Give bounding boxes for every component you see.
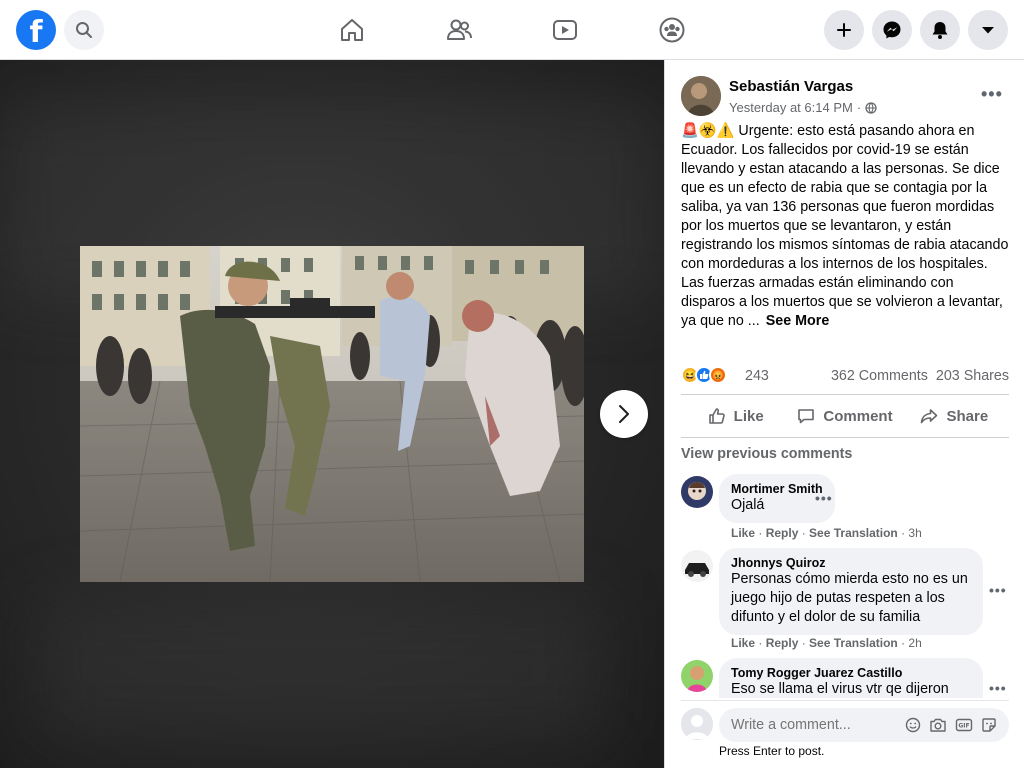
comment-input[interactable] bbox=[731, 717, 881, 733]
comment-bubble: Tomy Rogger Juarez Castillo Eso se llama… bbox=[719, 658, 983, 698]
watch-icon bbox=[553, 20, 577, 40]
commenter-avatar[interactable] bbox=[681, 550, 713, 582]
chevron-right-icon bbox=[619, 405, 629, 423]
post-photo[interactable] bbox=[80, 246, 584, 582]
comment-icon bbox=[798, 409, 815, 424]
groups-icon bbox=[659, 17, 685, 43]
comment-time[interactable]: 3h bbox=[908, 526, 921, 540]
divider bbox=[681, 394, 1009, 395]
camera-icon[interactable] bbox=[929, 717, 947, 733]
post-actions: Like Comment Share bbox=[681, 396, 1009, 436]
top-navigation-bar: f bbox=[0, 0, 1024, 60]
comment-like-link[interactable]: Like bbox=[731, 636, 755, 650]
press-enter-hint: Press Enter to post. bbox=[719, 744, 825, 758]
divider bbox=[681, 437, 1009, 438]
commenter-avatar[interactable] bbox=[681, 476, 713, 508]
notifications-button[interactable] bbox=[920, 10, 960, 50]
comment-input-box: GIF bbox=[719, 708, 1009, 742]
author-name[interactable]: Sebastián Vargas bbox=[729, 78, 853, 95]
post-body: 🚨☣️⚠️ Urgente: esto está pasando ahora e… bbox=[681, 122, 1011, 331]
share-label: Share bbox=[946, 407, 989, 425]
comment-text: Eso se llama el virus vtr qe dijeron bbox=[731, 681, 949, 697]
commenter-name[interactable]: Jhonnys Quiroz bbox=[731, 556, 971, 570]
post-panel: Sebastián Vargas Yesterday at 6:14 PM · … bbox=[664, 60, 1024, 768]
current-user-avatar bbox=[681, 708, 713, 740]
see-translation-link[interactable]: See Translation bbox=[809, 526, 898, 540]
comment-time[interactable]: 2h bbox=[908, 636, 921, 650]
sticker-icon[interactable] bbox=[981, 717, 997, 733]
meta-separator: · bbox=[856, 100, 862, 115]
comments-shares-count: 362 Comments 203 Shares bbox=[831, 368, 1009, 384]
comment-like-link[interactable]: Like bbox=[731, 526, 755, 540]
svg-text:GIF: GIF bbox=[958, 723, 969, 730]
author-avatar[interactable] bbox=[681, 76, 721, 116]
account-menu-button[interactable] bbox=[968, 10, 1008, 50]
comment-composer: GIF bbox=[681, 708, 1009, 742]
account-menu-icon bbox=[982, 27, 994, 34]
reaction-count[interactable]: 243 bbox=[745, 368, 769, 384]
share-button[interactable]: Share bbox=[900, 396, 1009, 436]
like-button[interactable]: Like bbox=[681, 396, 790, 436]
comment-reply-link[interactable]: Reply bbox=[766, 636, 799, 650]
messenger-icon bbox=[883, 21, 901, 39]
home-icon bbox=[341, 19, 363, 41]
search-icon bbox=[76, 22, 92, 38]
angry-reaction-icon: 😡 bbox=[709, 366, 727, 384]
nav-friends[interactable] bbox=[443, 14, 475, 46]
comment-reply-link[interactable]: Reply bbox=[766, 526, 799, 540]
comment-label: Comment bbox=[823, 407, 893, 425]
view-previous-comments-link[interactable]: View previous comments bbox=[681, 446, 852, 462]
comment-text: Personas cómo mierda esto no es un juego… bbox=[731, 571, 968, 625]
divider bbox=[681, 700, 1009, 701]
post-timestamp[interactable]: Yesterday at 6:14 PM bbox=[729, 100, 853, 115]
gif-icon[interactable]: GIF bbox=[955, 717, 973, 733]
see-more-link[interactable]: See More bbox=[766, 313, 830, 329]
composer-icons: GIF bbox=[905, 717, 997, 733]
comment-options-icon[interactable]: ••• bbox=[989, 582, 1007, 598]
commenter-name[interactable]: Tomy Rogger Juarez Castillo bbox=[731, 666, 971, 680]
comment-actions: Like · Reply · See Translation · 3h bbox=[731, 526, 922, 540]
comment-button[interactable]: Comment bbox=[790, 396, 899, 436]
comment-item: Tomy Rogger Juarez Castillo Eso se llama… bbox=[681, 658, 1009, 698]
comment-item: Mortimer Smith Ojalá ••• Like · Reply · … bbox=[681, 474, 1009, 550]
share-icon bbox=[921, 409, 938, 424]
thumbs-up-icon bbox=[708, 408, 725, 424]
notifications-icon bbox=[932, 22, 948, 39]
commenter-name[interactable]: Mortimer Smith bbox=[731, 482, 823, 496]
create-button[interactable] bbox=[824, 10, 864, 50]
shares-count[interactable]: 203 Shares bbox=[936, 368, 1009, 384]
emoji-icon[interactable] bbox=[905, 717, 921, 733]
photo-viewer bbox=[0, 60, 664, 768]
search-button[interactable] bbox=[64, 10, 104, 50]
see-translation-link[interactable]: See Translation bbox=[809, 636, 898, 650]
messenger-button[interactable] bbox=[872, 10, 912, 50]
reaction-icons[interactable]: 😆 😡 bbox=[681, 366, 727, 384]
nav-watch[interactable] bbox=[549, 14, 581, 46]
comment-bubble: Jhonnys Quiroz Personas cómo mierda esto… bbox=[719, 548, 983, 635]
post-photo-illustration bbox=[80, 246, 584, 582]
comments-count[interactable]: 362 Comments bbox=[831, 368, 928, 384]
post-options-icon[interactable]: ••• bbox=[981, 84, 1003, 105]
nav-groups[interactable] bbox=[656, 14, 688, 46]
plus-icon bbox=[837, 23, 851, 37]
blurred-backdrop bbox=[40, 600, 600, 740]
post-meta: Yesterday at 6:14 PM · bbox=[729, 100, 877, 115]
comment-options-icon[interactable]: ••• bbox=[989, 680, 1007, 696]
comment-text: Ojalá bbox=[731, 497, 765, 513]
comment-actions: Like · Reply · See Translation · 2h bbox=[731, 636, 922, 650]
nav-home[interactable] bbox=[336, 14, 368, 46]
comment-options-icon[interactable]: ••• bbox=[815, 490, 833, 506]
globe-icon bbox=[865, 101, 877, 114]
commenter-avatar[interactable] bbox=[681, 660, 713, 692]
like-label: Like bbox=[733, 407, 764, 425]
friends-icon bbox=[447, 19, 472, 40]
facebook-logo[interactable]: f bbox=[16, 10, 56, 50]
post-counts: 😆 😡 243 362 Comments 203 Shares bbox=[681, 366, 1009, 386]
next-photo-button[interactable] bbox=[600, 390, 648, 438]
post-text: 🚨☣️⚠️ Urgente: esto está pasando ahora e… bbox=[681, 123, 1009, 329]
comment-item: Jhonnys Quiroz Personas cómo mierda esto… bbox=[681, 548, 1009, 656]
